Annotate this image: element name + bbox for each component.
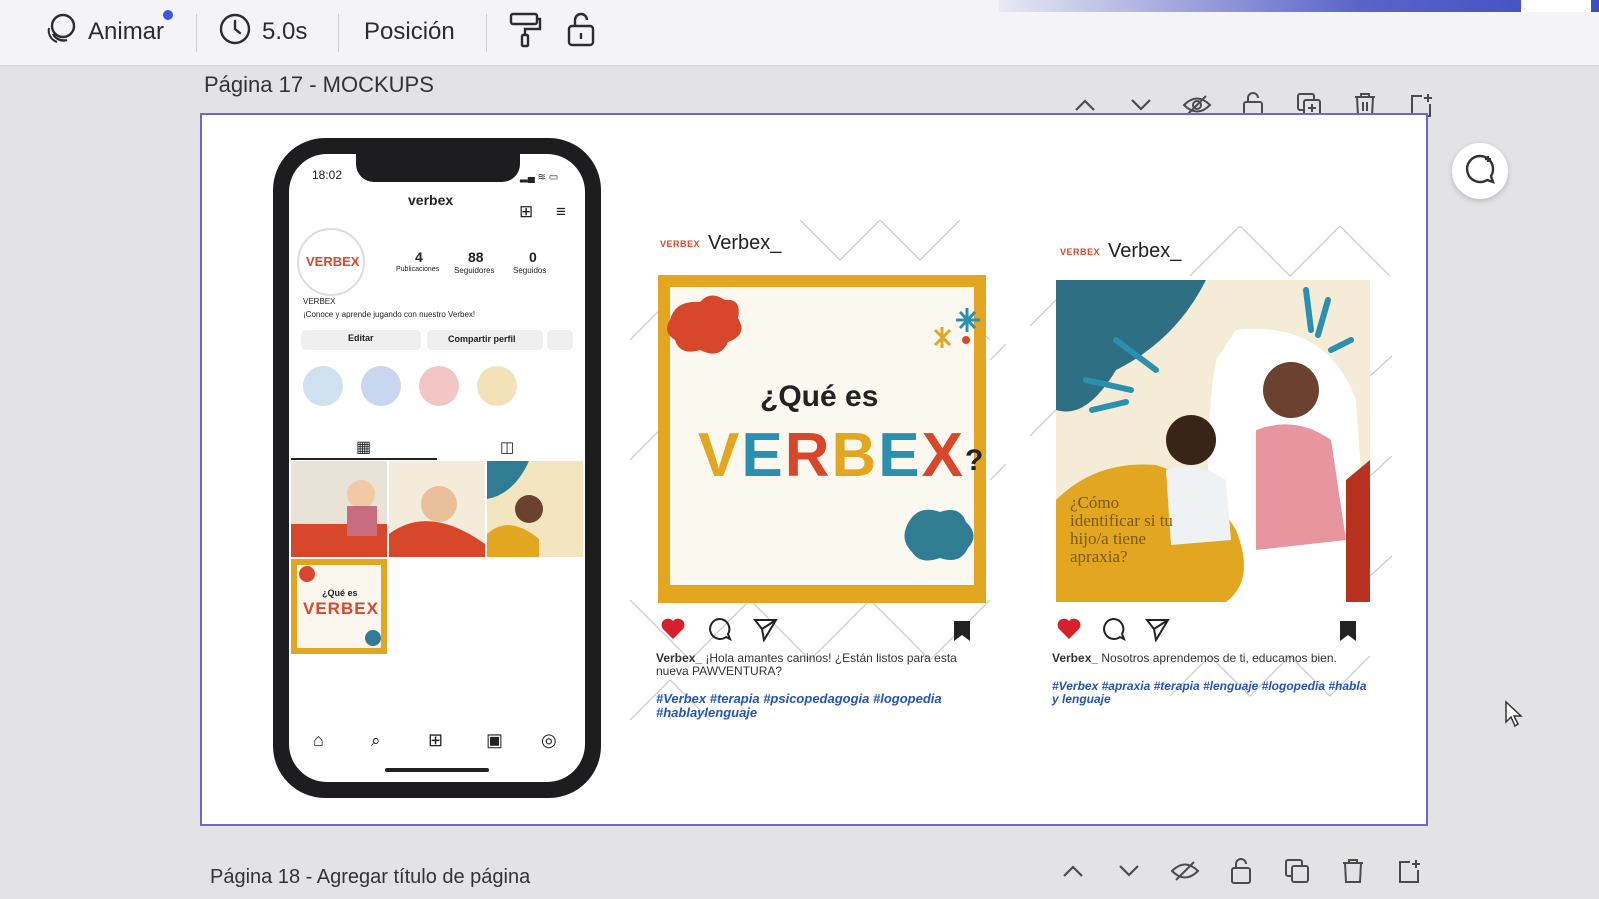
lock-icon <box>566 10 596 55</box>
brand-letter: E <box>741 421 785 490</box>
position-label: Posición <box>364 18 455 45</box>
post-account-name[interactable]: Verbex_ <box>1108 240 1181 263</box>
post-actions <box>1056 616 1170 642</box>
comment-icon[interactable] <box>706 616 732 642</box>
bookmark-icon[interactable] <box>1338 619 1358 643</box>
post-hashtags: #Verbex #apraxia #terapia #lenguaje #log… <box>1052 679 1367 706</box>
profile-tab-icon[interactable]: ◎ <box>541 730 557 751</box>
chevron-down-icon[interactable] <box>1114 856 1144 886</box>
share-icon[interactable] <box>1144 616 1170 642</box>
phone-screen <box>289 154 585 782</box>
add-comment-button[interactable] <box>1452 143 1508 199</box>
stat-value: 88 <box>468 249 484 265</box>
search-icon[interactable]: ⌕ <box>371 731 381 751</box>
post-overlay-question: ¿Cómo identificar si tu hijo/a tiene apr… <box>1070 493 1173 566</box>
lock-button[interactable] <box>566 10 596 54</box>
post-header: VERBEX Verbex_ <box>660 232 781 255</box>
post-mini-logo: VERBEX <box>1060 246 1101 257</box>
copy-style-button[interactable] <box>508 10 542 54</box>
post-headline: ¿Qué es <box>760 380 879 413</box>
phone-notch <box>356 154 520 182</box>
hide-icon[interactable] <box>1170 856 1200 886</box>
trash-icon[interactable] <box>1338 856 1368 886</box>
comment-icon[interactable] <box>1100 616 1126 642</box>
grid-tab-icon[interactable]: ▦ <box>356 437 371 457</box>
profile-logo: VERBEX <box>306 254 360 269</box>
next-page-tools <box>1058 856 1424 886</box>
clock-icon <box>218 12 252 53</box>
edit-profile-button[interactable]: Editar <box>348 333 374 343</box>
post-brand-word: V E R B E X ? <box>698 420 985 491</box>
tagged-tab-icon[interactable]: ◫ <box>500 438 514 456</box>
share-icon[interactable] <box>752 616 778 642</box>
post-actions <box>660 616 778 642</box>
animate-icon <box>44 12 78 53</box>
share-profile-button[interactable]: Compartir perfil <box>448 334 516 344</box>
like-icon[interactable] <box>660 617 686 641</box>
animate-button[interactable]: Animar <box>44 10 164 54</box>
phone-status-icons: ▂▄ ≋ ▭ <box>520 172 559 183</box>
paint-roller-icon <box>508 10 542 55</box>
caption-text: Nosotros aprendemos de ti, educamos bien… <box>1101 651 1337 665</box>
post-account-name[interactable]: Verbex_ <box>708 232 781 255</box>
next-page-title[interactable]: Página 18 - Agregar título de página <box>210 866 530 889</box>
post-hashtags: #Verbex #terapia #psicopedagogia #logope… <box>656 691 942 720</box>
reels-icon[interactable]: ▣ <box>486 730 503 751</box>
lock-page-icon[interactable] <box>1226 856 1256 886</box>
grid-post-title: ¿Qué es <box>322 588 358 598</box>
toolbar-divider <box>486 14 487 52</box>
home-icon[interactable]: ⌂ <box>313 730 324 751</box>
mouse-cursor-icon <box>1505 700 1523 728</box>
phone-time: 18:02 <box>312 168 343 182</box>
instagram-post-card[interactable]: ¿Qué es V E R B E X ? <box>630 220 1006 725</box>
brand-letter: R <box>784 421 832 490</box>
comment-add-icon <box>1463 152 1497 191</box>
toolbar-divider <box>196 14 197 52</box>
stat-label: Publicaciones <box>396 266 440 273</box>
brand-letter: X <box>921 421 965 490</box>
duration-label: 5.0s <box>262 18 308 45</box>
brand-letter: V <box>698 421 742 490</box>
post-caption: Verbex_ ¡Hola amantes caninos! ¿Están li… <box>656 652 986 678</box>
stat-value: 0 <box>529 249 537 265</box>
question-mark: ? <box>965 444 986 477</box>
like-icon[interactable] <box>1056 617 1082 641</box>
chevron-up-icon[interactable] <box>1058 856 1088 886</box>
page-title[interactable]: Página 17 - MOCKUPS <box>204 72 434 98</box>
editor-toolbar: Animar 5.0s Posición <box>0 0 1599 66</box>
animate-notification-dot <box>163 10 173 20</box>
phone-screen-art <box>291 228 583 772</box>
position-button[interactable]: Posición <box>364 10 455 54</box>
toolbar-divider <box>338 14 339 52</box>
toolbar-accent-cap <box>1521 0 1591 12</box>
menu-icon[interactable]: ≡ <box>556 202 566 222</box>
stat-label: Seguidos <box>513 266 547 275</box>
phone-username: verbex <box>408 192 454 208</box>
grid-post-brand: VERBEX <box>303 599 379 618</box>
bookmark-icon[interactable] <box>952 619 972 643</box>
post-mini-logo: VERBEX <box>660 238 701 249</box>
bio-name: VERBEX <box>303 297 336 306</box>
new-post-icon[interactable]: ⊞ <box>519 202 533 222</box>
stat-label: Seguidores <box>454 266 495 275</box>
caption-text: ¡Hola amantes caninos! ¿Están listos par… <box>656 651 957 678</box>
brand-letter: B <box>831 421 879 490</box>
bio-text: ¡Conoce y aprende jugando con nuestro Ve… <box>303 310 476 319</box>
post-caption: Verbex_ Nosotros aprendemos de ti, educa… <box>1052 652 1372 665</box>
toolbar-accent-strip <box>999 0 1599 12</box>
animate-label: Animar <box>88 18 165 45</box>
duration-button[interactable]: 5.0s <box>218 10 307 54</box>
post-header: VERBEX Verbex_ <box>1060 240 1181 263</box>
stat-value: 4 <box>415 249 423 265</box>
caption-user: Verbex_ <box>656 651 703 665</box>
add-post-icon[interactable]: ⊞ <box>428 730 443 751</box>
brand-letter: E <box>878 421 922 490</box>
add-page-icon[interactable] <box>1394 856 1424 886</box>
duplicate-icon[interactable] <box>1282 856 1312 886</box>
caption-user: Verbex_ <box>1052 651 1099 665</box>
